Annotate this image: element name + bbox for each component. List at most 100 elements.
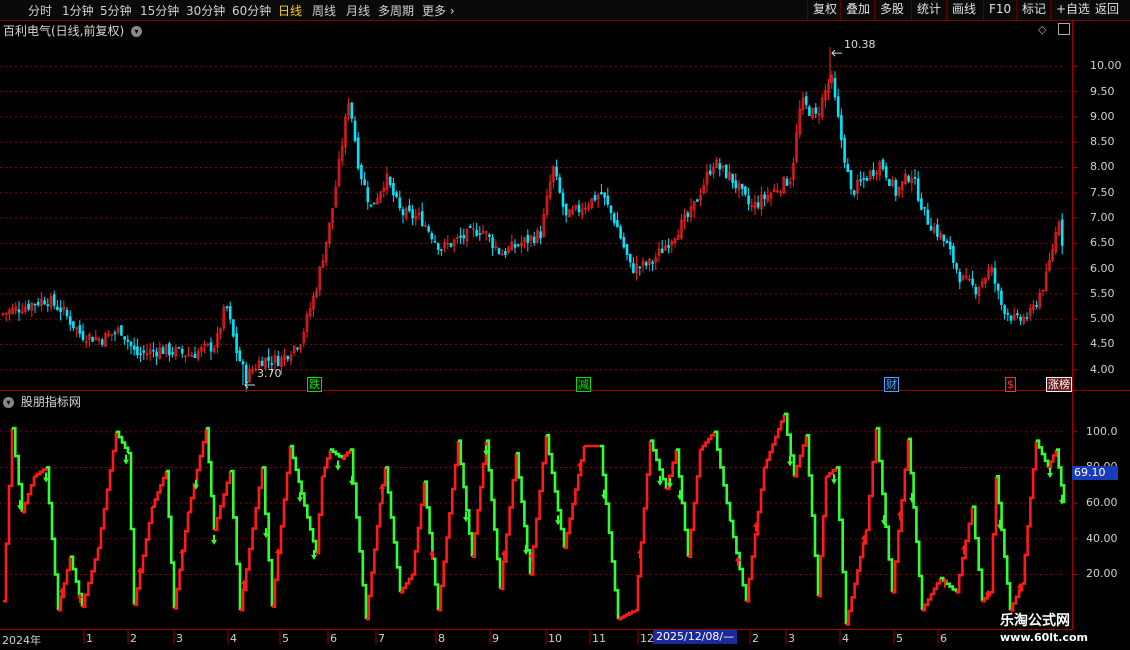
- candle-body: [17, 309, 21, 313]
- candle-body: [1019, 316, 1022, 321]
- month-label: 3: [788, 632, 795, 645]
- candle-body: [996, 283, 1000, 291]
- indicator-segment: [82, 547, 100, 608]
- candle-body: [459, 235, 462, 238]
- indicator-segment: [262, 466, 274, 607]
- event-badge-0[interactable]: 跌: [307, 377, 322, 392]
- candle-body: [433, 240, 437, 243]
- candle-body: [36, 301, 40, 306]
- candle-body: [139, 353, 142, 355]
- candle-body: [628, 253, 632, 263]
- candle-body: [408, 205, 411, 212]
- indicator-segment: [34, 467, 48, 478]
- candle-body: [440, 249, 443, 251]
- candle-body: [833, 78, 837, 98]
- price-tick-label: 7.50: [1090, 185, 1115, 199]
- candle-body: [286, 356, 290, 360]
- indicator-segment: [128, 451, 136, 605]
- candle-body: [920, 198, 923, 210]
- low-price-label: 3.70: [257, 367, 282, 380]
- low-arrow-icon: [244, 381, 255, 389]
- candle-body: [993, 267, 997, 284]
- candle-body: [81, 331, 85, 340]
- indicator-segment: [564, 446, 586, 550]
- candle-body: [740, 183, 744, 189]
- candle-body: [360, 165, 363, 180]
- event-badge-1[interactable]: 减: [576, 377, 591, 392]
- candle-body: [491, 237, 494, 248]
- month-label: 4: [230, 632, 237, 645]
- indicator-tick-label: 20.00: [1086, 567, 1118, 581]
- candle-body: [369, 204, 373, 207]
- high-price-label: 10.38: [844, 38, 876, 51]
- candle-body: [865, 177, 869, 181]
- candle-body: [747, 195, 750, 205]
- candle-body: [132, 345, 136, 350]
- month-label: 6: [330, 632, 337, 645]
- candle-body: [686, 212, 690, 217]
- candle-body: [644, 262, 648, 266]
- indicator-segment: [635, 440, 652, 612]
- candle-body: [958, 271, 962, 283]
- indicator-segment: [3, 428, 14, 603]
- indicator-segment: [174, 512, 190, 610]
- candle-body: [161, 347, 165, 354]
- down-arrow-icon: [831, 474, 837, 485]
- candle-body: [177, 347, 181, 349]
- indicator-segment: [1036, 439, 1050, 468]
- indicator-segment: [688, 449, 702, 558]
- candle-body: [1009, 315, 1013, 321]
- indicator-segment: [46, 466, 60, 611]
- candle-body: [228, 306, 232, 320]
- candle-body: [516, 244, 520, 247]
- candle-body: [168, 343, 171, 356]
- indicator-segment: [618, 610, 637, 621]
- event-badge-2[interactable]: 财: [884, 377, 899, 392]
- indicator-series: [3, 412, 1066, 626]
- candle-body: [804, 96, 808, 105]
- candle-body: [593, 195, 597, 201]
- indicator-segment: [272, 446, 292, 608]
- candle-body: [718, 163, 722, 170]
- price-tick-label: 5.00: [1090, 312, 1115, 326]
- down-arrow-icon: [667, 478, 673, 489]
- candle-body: [785, 178, 789, 186]
- candle-body: [113, 332, 117, 335]
- indicator-segment: [972, 505, 984, 602]
- month-label: 8: [438, 632, 445, 645]
- candle-body: [894, 180, 898, 196]
- candle-body: [59, 307, 62, 313]
- date-cursor-label: 2025/12/08/—: [653, 630, 738, 644]
- down-arrow-icon: [335, 460, 341, 471]
- month-label: 1: [86, 632, 93, 645]
- candle-body: [948, 241, 952, 250]
- candle-body: [244, 364, 248, 384]
- month-label: 5: [896, 632, 903, 645]
- candle-body: [952, 245, 955, 263]
- month-label: 4: [842, 632, 849, 645]
- candle-body: [126, 339, 130, 342]
- candle-body: [363, 179, 366, 185]
- candle-body: [395, 192, 398, 197]
- indicator-segment: [546, 434, 566, 548]
- indicator-segment: [714, 430, 732, 521]
- indicator-segment: [152, 471, 168, 508]
- watermark-title: 乐淘公式网: [1000, 613, 1070, 629]
- candle-body: [849, 170, 853, 190]
- candle-body: [1035, 305, 1038, 307]
- candle-body: [555, 166, 558, 177]
- candle-body: [724, 164, 728, 179]
- candle-body: [478, 233, 482, 235]
- indicator-tick-label: 60.00: [1086, 496, 1118, 510]
- candle-body: [401, 209, 405, 216]
- event-badge-4[interactable]: 涨榜: [1046, 377, 1072, 392]
- candle-body: [353, 120, 357, 141]
- month-label: 2: [130, 632, 137, 645]
- indicator-segment: [876, 426, 894, 593]
- indicator-segment: [600, 444, 620, 620]
- candle-body: [468, 225, 472, 228]
- down-arrow-icon: [123, 454, 129, 465]
- year-label: 2024年: [2, 634, 41, 647]
- event-badge-3[interactable]: $: [1005, 377, 1016, 392]
- chart-canvas[interactable]: [0, 0, 1130, 650]
